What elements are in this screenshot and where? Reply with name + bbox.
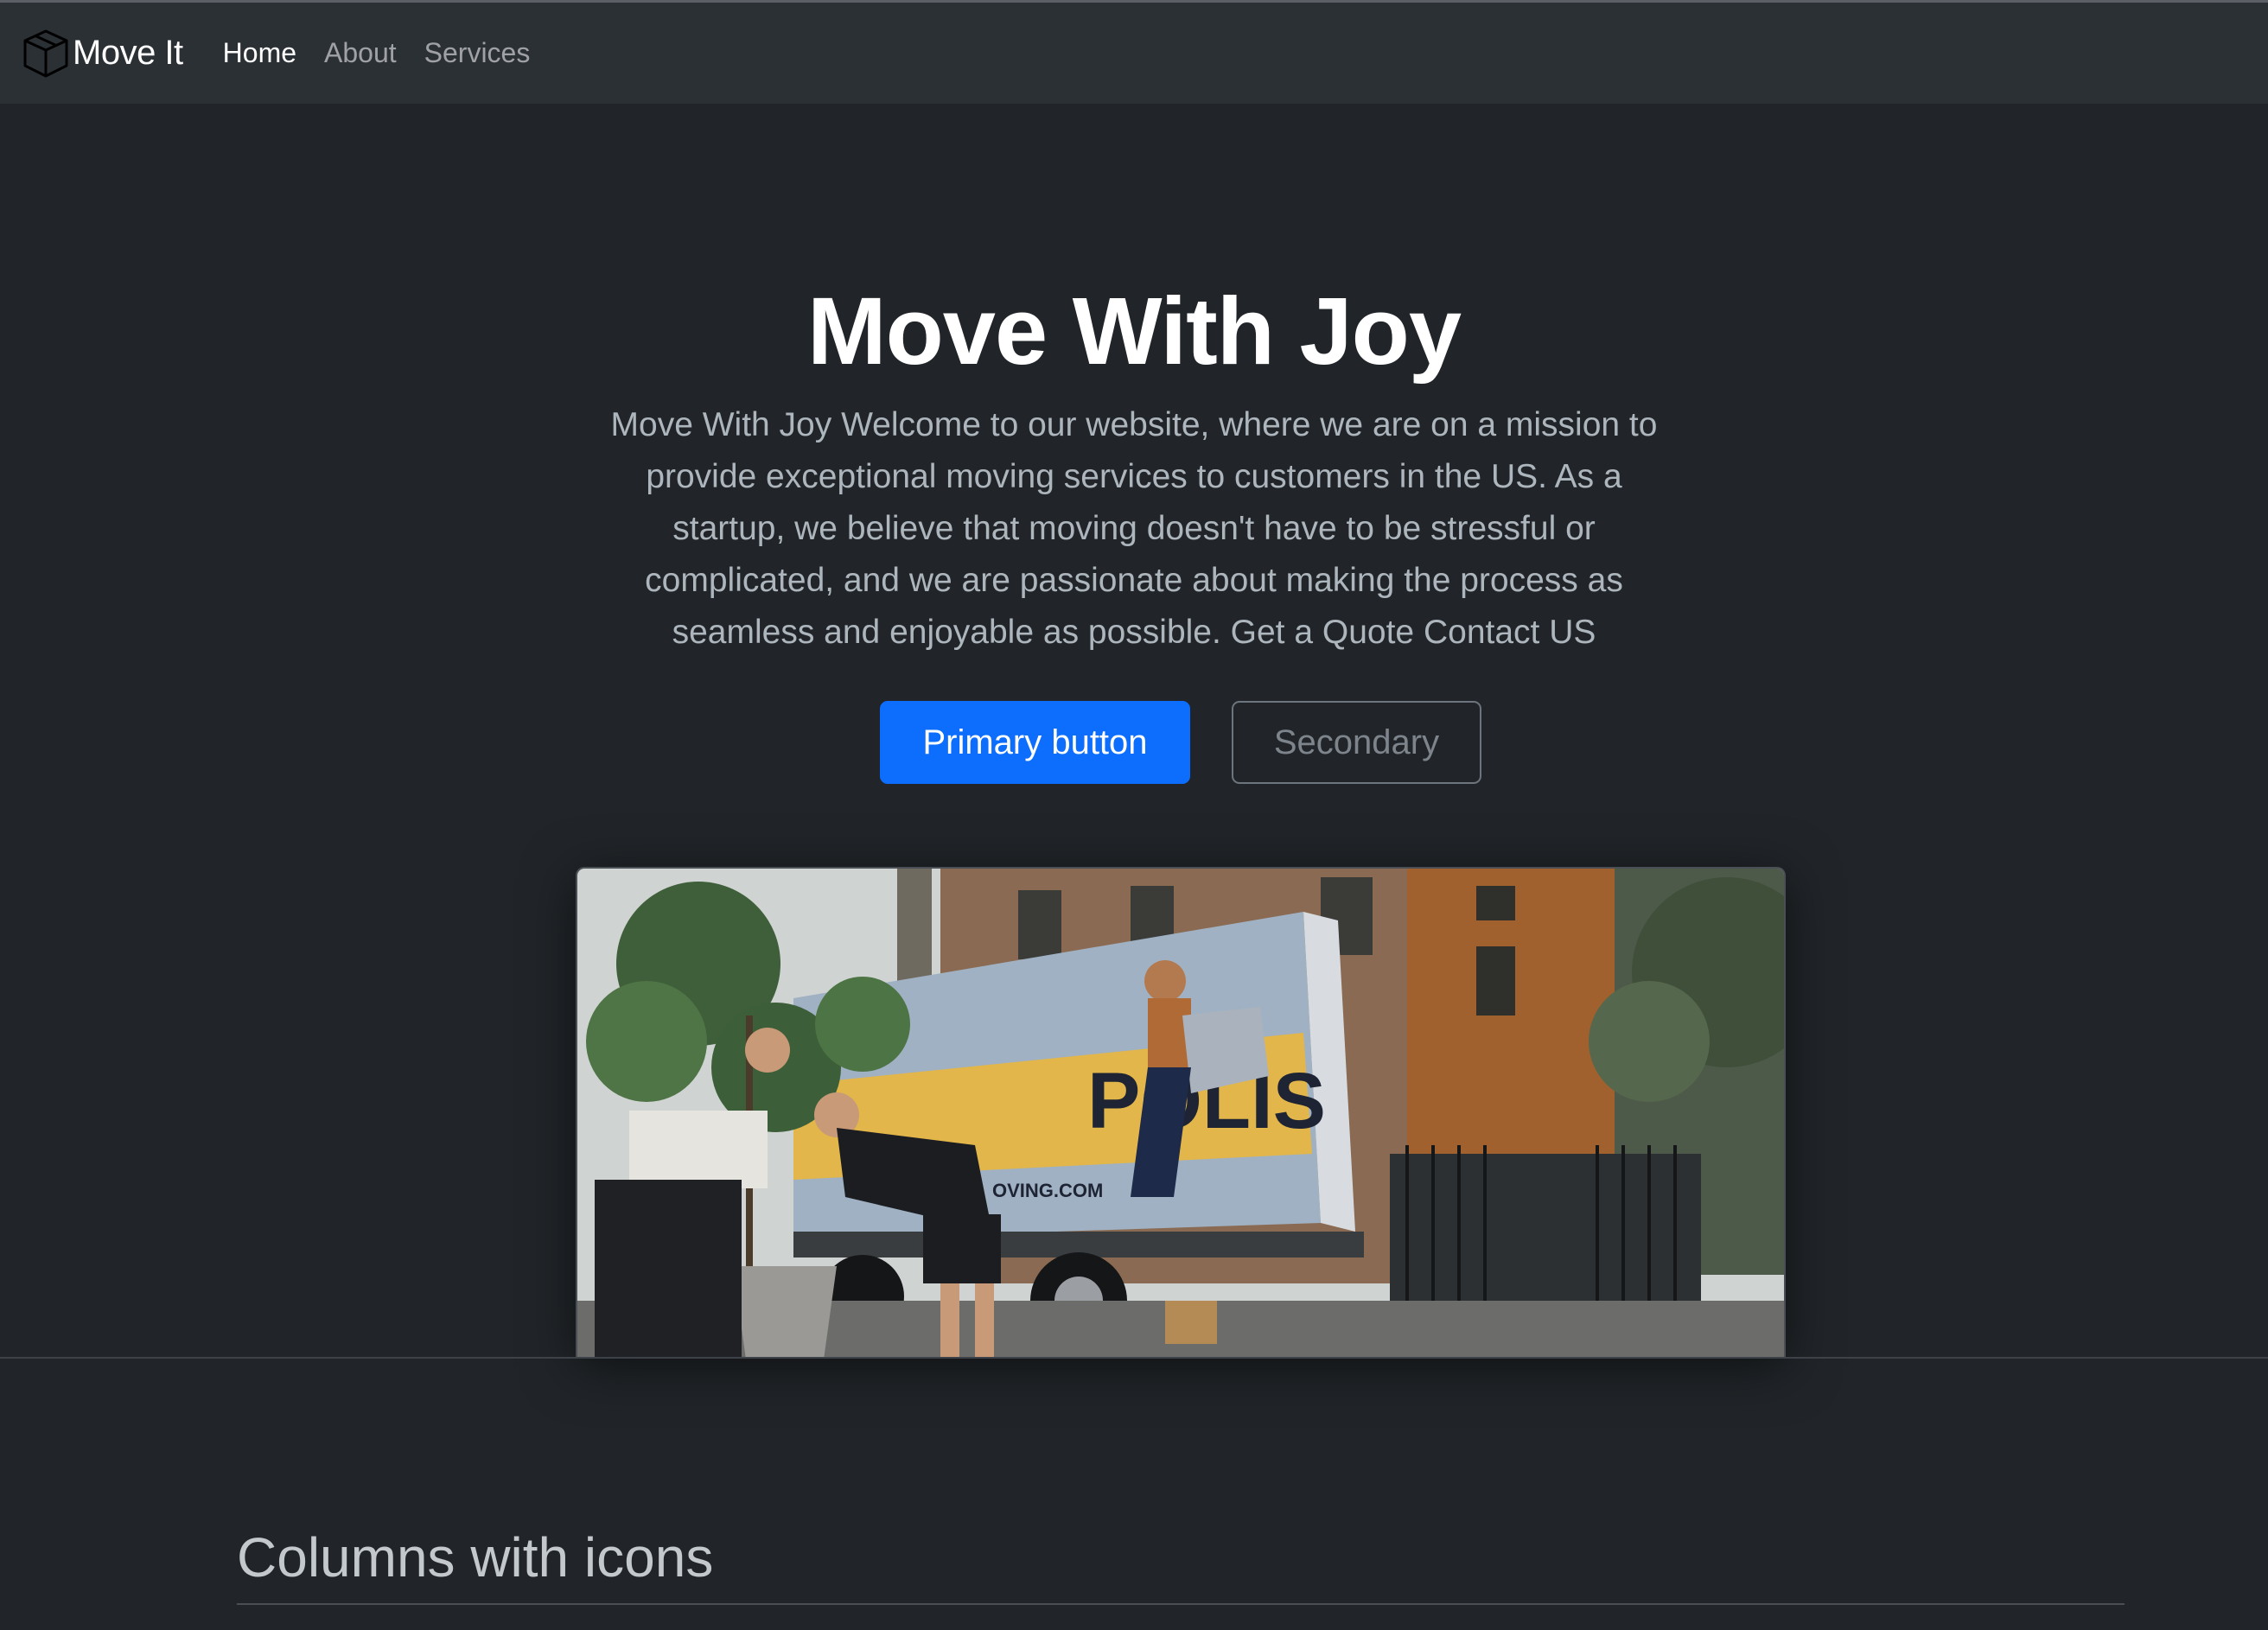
primary-button[interactable]: Primary button [880,701,1190,784]
nav-link-home[interactable]: Home [223,37,296,69]
features-title-underline [237,1603,2125,1605]
nav-link-about[interactable]: About [324,37,397,69]
features-title: Columns with icons [237,1526,714,1589]
nav-links: Home About Services [223,37,558,69]
secondary-button[interactable]: Secondary [1232,701,1481,784]
nav-link-services[interactable]: Services [424,37,531,69]
hero-description: Move With Joy Welcome to our website, wh… [610,406,1658,651]
section-divider [0,1357,2268,1359]
brand-label: Move It [73,34,183,72]
hero-title: Move With Joy [806,278,1462,385]
brand-link[interactable]: Move It [19,27,183,80]
hero-image: POLIS OVING.COM [576,867,1786,1358]
truck-website: OVING.COM [992,1180,1103,1201]
box-icon [19,27,73,80]
movers-loading-truck-photo: POLIS OVING.COM [577,869,1784,1358]
navbar: Move It Home About Services [0,3,2268,104]
